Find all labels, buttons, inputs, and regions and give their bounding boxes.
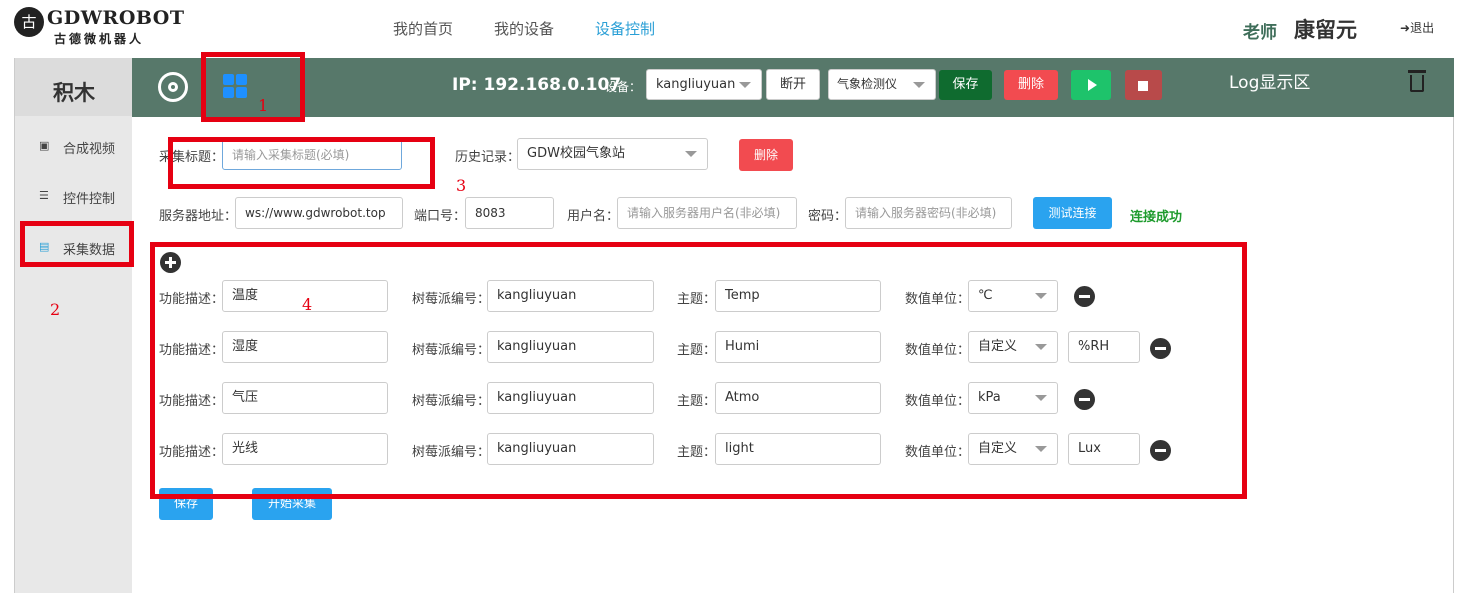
history-delete-button[interactable]: 删除	[739, 139, 793, 171]
logout-label: 退出	[1410, 21, 1435, 35]
stop-icon	[1138, 81, 1148, 91]
sidebar-item-compose-video[interactable]: ▣ 合成视频	[15, 132, 133, 162]
log-panel-title: Log显示区	[1229, 73, 1311, 93]
nav-home[interactable]: 我的首页	[393, 18, 453, 39]
annotation-label-2: 2	[50, 300, 61, 319]
sidebar-item-label: 合成视频	[63, 142, 116, 157]
history-label: 历史记录：	[455, 150, 521, 165]
annotation-box-2	[20, 221, 134, 267]
camera-target-icon[interactable]	[158, 72, 188, 102]
nav-device-control[interactable]: 设备控制	[595, 18, 655, 39]
logout-button[interactable]: ➜退出	[1400, 19, 1434, 36]
ip-address: IP: 192.168.0.107	[452, 75, 622, 95]
sidebar: 积木 ▣ 合成视频 ☰ 控件控制 ▤ 采集数据	[14, 58, 133, 593]
annotation-label-1: 1	[258, 96, 269, 115]
password-input[interactable]: 请输入服务器密码(非必填)	[845, 197, 1012, 229]
username-input[interactable]: 请输入服务器用户名(非必填)	[617, 197, 797, 229]
username-label: 用户名：	[567, 209, 620, 224]
annotation-box-3	[168, 137, 435, 189]
image-icon: ▣	[39, 139, 50, 152]
device-toolbar: IP: 192.168.0.107 设备： kangliuyuan 断开 气象检…	[132, 58, 1454, 117]
device-label: 设备：	[605, 80, 642, 94]
port-label: 端口号：	[414, 209, 467, 224]
password-label: 密码：	[808, 209, 848, 224]
sidebar-item-widget-control[interactable]: ☰ 控件控制	[15, 182, 133, 212]
top-navbar: 古 GDWROBOT 古德微机器人 我的首页 我的设备 设备控制 老师 康留元 …	[0, 0, 1467, 58]
toolbar-delete-button[interactable]: 删除	[1004, 70, 1058, 100]
disconnect-button[interactable]: 断开	[766, 69, 820, 100]
logo-text: GDWROBOT	[47, 7, 185, 29]
connection-status: 连接成功	[1130, 210, 1183, 225]
play-icon	[1088, 79, 1097, 91]
run-button[interactable]	[1071, 70, 1111, 100]
panel-divider	[1453, 117, 1454, 593]
user-role: 老师	[1243, 23, 1277, 43]
annotation-label-4: 4	[302, 295, 313, 314]
logout-icon: ➜	[1400, 21, 1411, 35]
toolbar-save-button[interactable]: 保存	[939, 70, 992, 100]
logo-subtitle: 古德微机器人	[54, 32, 145, 46]
annotation-label-3: 3	[456, 176, 467, 195]
server-label: 服务器地址：	[159, 209, 238, 224]
port-input[interactable]: 8083	[465, 197, 554, 229]
user-name: 康留元	[1294, 18, 1357, 42]
sliders-icon: ☰	[39, 189, 49, 202]
annotation-box-1	[201, 52, 305, 122]
nav-my-devices[interactable]: 我的设备	[494, 18, 554, 39]
server-address-input[interactable]: ws://www.gdwrobot.top	[235, 197, 403, 229]
test-connection-button[interactable]: 测试连接	[1033, 197, 1112, 229]
device-select[interactable]: kangliuyuan	[646, 69, 762, 100]
annotation-box-4	[150, 242, 1247, 499]
gdwrobot-logo[interactable]: 古 GDWROBOT 古德微机器人	[14, 6, 184, 48]
stop-button[interactable]	[1125, 70, 1162, 100]
history-select[interactable]: GDW校园气象站	[517, 138, 708, 170]
trash-icon[interactable]	[1408, 70, 1426, 92]
logo-badge-icon: 古	[14, 7, 44, 37]
sidebar-title: 积木	[15, 58, 133, 116]
program-select[interactable]: 气象检测仪	[828, 69, 936, 100]
sidebar-item-label: 控件控制	[63, 192, 116, 207]
